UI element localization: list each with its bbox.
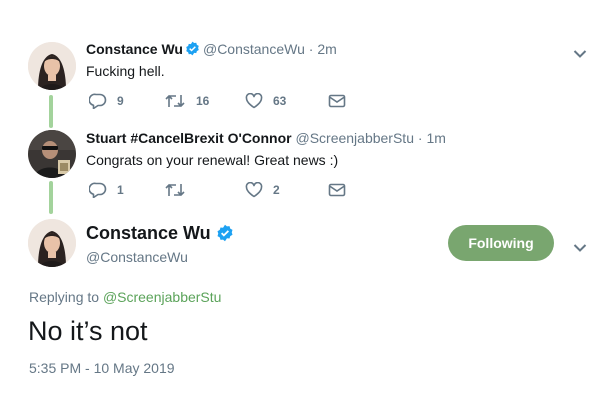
- message-icon: [328, 183, 346, 197]
- tweet-time[interactable]: 2m: [317, 41, 336, 57]
- thread-line: [49, 95, 53, 128]
- separator: ·: [417, 130, 423, 146]
- like-count: 63: [273, 94, 287, 108]
- author-handle[interactable]: @ConstanceWu: [203, 41, 305, 57]
- focused-tweet-text: No it’s not: [28, 316, 148, 346]
- tweet-actions: 1 2: [89, 182, 346, 198]
- avatar[interactable]: [28, 130, 76, 178]
- replying-to: Replying to @ScreenjabberStu: [29, 289, 221, 305]
- separator: ·: [308, 41, 314, 57]
- like-icon: [245, 93, 263, 109]
- replying-prefix: Replying to: [29, 289, 100, 305]
- verified-badge-icon: [186, 41, 199, 56]
- following-button[interactable]: Following: [448, 225, 554, 261]
- retweet-button[interactable]: 16: [164, 93, 245, 109]
- like-button[interactable]: 63: [245, 93, 328, 109]
- reply-count: 9: [117, 94, 124, 108]
- retweet-icon: [165, 183, 185, 197]
- reply-button[interactable]: 9: [89, 93, 164, 109]
- avatar[interactable]: [28, 219, 76, 267]
- author-name[interactable]: Constance Wu: [86, 41, 183, 57]
- reply-icon: [89, 182, 107, 198]
- tweet-timestamp[interactable]: 5:35 PM - 10 May 2019: [29, 360, 175, 376]
- reply-icon: [89, 93, 107, 109]
- author-name[interactable]: Stuart #CancelBrexit O'Connor: [86, 130, 292, 146]
- author-handle[interactable]: @ScreenjabberStu: [295, 130, 414, 146]
- retweet-icon: [165, 94, 185, 108]
- retweet-button[interactable]: [164, 182, 245, 198]
- tweet-text: Congrats on your renewal! Great news :): [86, 152, 339, 168]
- tweet-header: Stuart #CancelBrexit O'Connor @Screenjab…: [86, 130, 446, 146]
- verified-badge-icon: [217, 224, 233, 242]
- tweet-time[interactable]: 1m: [426, 130, 445, 146]
- message-button[interactable]: [328, 183, 346, 197]
- reply-button[interactable]: 1: [89, 182, 164, 198]
- like-icon: [245, 182, 263, 198]
- thread-line: [49, 181, 53, 214]
- retweet-count: 16: [196, 94, 210, 108]
- author-name[interactable]: Constance Wu: [86, 223, 211, 243]
- message-button[interactable]: [328, 94, 346, 108]
- focused-author-name[interactable]: Constance Wu: [86, 223, 237, 244]
- replying-to-link[interactable]: @ScreenjabberStu: [103, 289, 222, 305]
- like-button[interactable]: 2: [245, 182, 328, 198]
- tweet-text: Fucking hell.: [86, 63, 165, 79]
- chevron-down-icon[interactable]: [573, 240, 587, 252]
- focused-author-handle[interactable]: @ConstanceWu: [86, 249, 188, 265]
- tweet-actions: 9 16 63: [89, 93, 346, 109]
- avatar[interactable]: [28, 42, 76, 90]
- tweet-header: Constance Wu @ConstanceWu · 2m: [86, 41, 337, 57]
- message-icon: [328, 94, 346, 108]
- reply-count: 1: [117, 183, 124, 197]
- like-count: 2: [273, 183, 280, 197]
- chevron-down-icon[interactable]: [573, 46, 587, 58]
